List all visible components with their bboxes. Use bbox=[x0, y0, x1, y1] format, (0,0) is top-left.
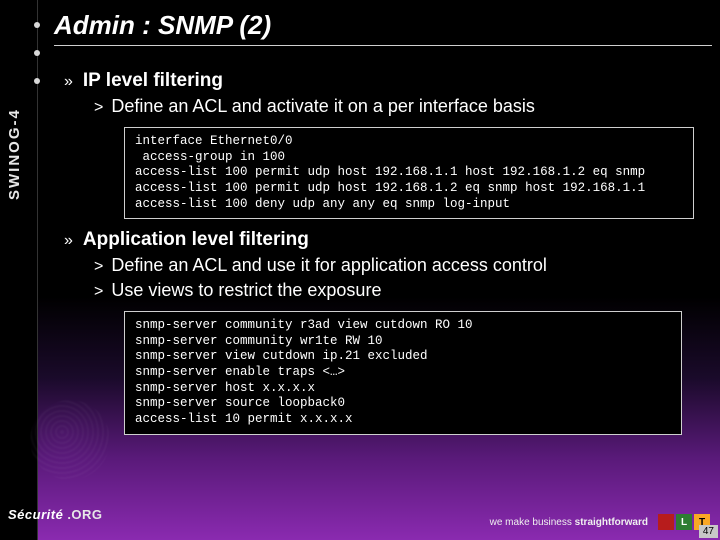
decor-dot bbox=[34, 50, 40, 56]
decor-dot bbox=[34, 22, 40, 28]
conference-label: SWINOG-4 bbox=[6, 108, 23, 200]
code-block: interface Ethernet0/0 access-group in 10… bbox=[124, 127, 694, 219]
strap-plain: we make business bbox=[490, 517, 575, 528]
strap-bold: straightforward bbox=[575, 517, 648, 528]
angle-right-icon: > bbox=[94, 283, 103, 301]
section-title: Application level filtering bbox=[83, 229, 309, 251]
code-block: snmp-server community r3ad view cutdown … bbox=[124, 311, 682, 434]
logo-text-right: .ORG bbox=[67, 507, 102, 522]
footer-right: we make business straightforward L T bbox=[490, 514, 710, 530]
section-title: IP level filtering bbox=[83, 70, 223, 92]
bullet-text: Define an ACL and activate it on a per i… bbox=[111, 96, 535, 117]
page-title: Admin : SNMP (2) bbox=[54, 10, 720, 41]
tile-icon: L bbox=[676, 514, 692, 530]
left-rail: SWINOG-4 bbox=[0, 0, 38, 540]
section-bullet: > Define an ACL and activate it on a per… bbox=[94, 96, 702, 117]
title-row: Admin : SNMP (2) bbox=[48, 0, 720, 41]
page-number: 47 bbox=[699, 525, 718, 538]
footer-strapline: we make business straightforward bbox=[490, 517, 648, 528]
angle-right-icon: > bbox=[94, 99, 103, 117]
fingerprint-icon bbox=[30, 400, 110, 480]
section-bullet: > Define an ACL and use it for applicati… bbox=[94, 255, 702, 276]
bullet-text: Define an ACL and use it for application… bbox=[111, 255, 547, 276]
tile-icon bbox=[658, 514, 674, 530]
logo-text-left: Sécurité bbox=[8, 507, 63, 522]
chevron-right-icon: » bbox=[64, 73, 73, 91]
slide-body: Admin : SNMP (2) » IP level filtering > … bbox=[48, 0, 720, 540]
section-heading: » Application level filtering bbox=[64, 229, 702, 251]
bullet-text: Use views to restrict the exposure bbox=[111, 280, 381, 301]
footer-logo: Sécurité .ORG bbox=[8, 507, 103, 522]
decor-dot bbox=[34, 78, 40, 84]
angle-right-icon: > bbox=[94, 258, 103, 276]
section-heading: » IP level filtering bbox=[64, 70, 702, 92]
content: » IP level filtering > Define an ACL and… bbox=[48, 46, 720, 435]
section-bullet: > Use views to restrict the exposure bbox=[94, 280, 702, 301]
chevron-right-icon: » bbox=[64, 232, 73, 250]
